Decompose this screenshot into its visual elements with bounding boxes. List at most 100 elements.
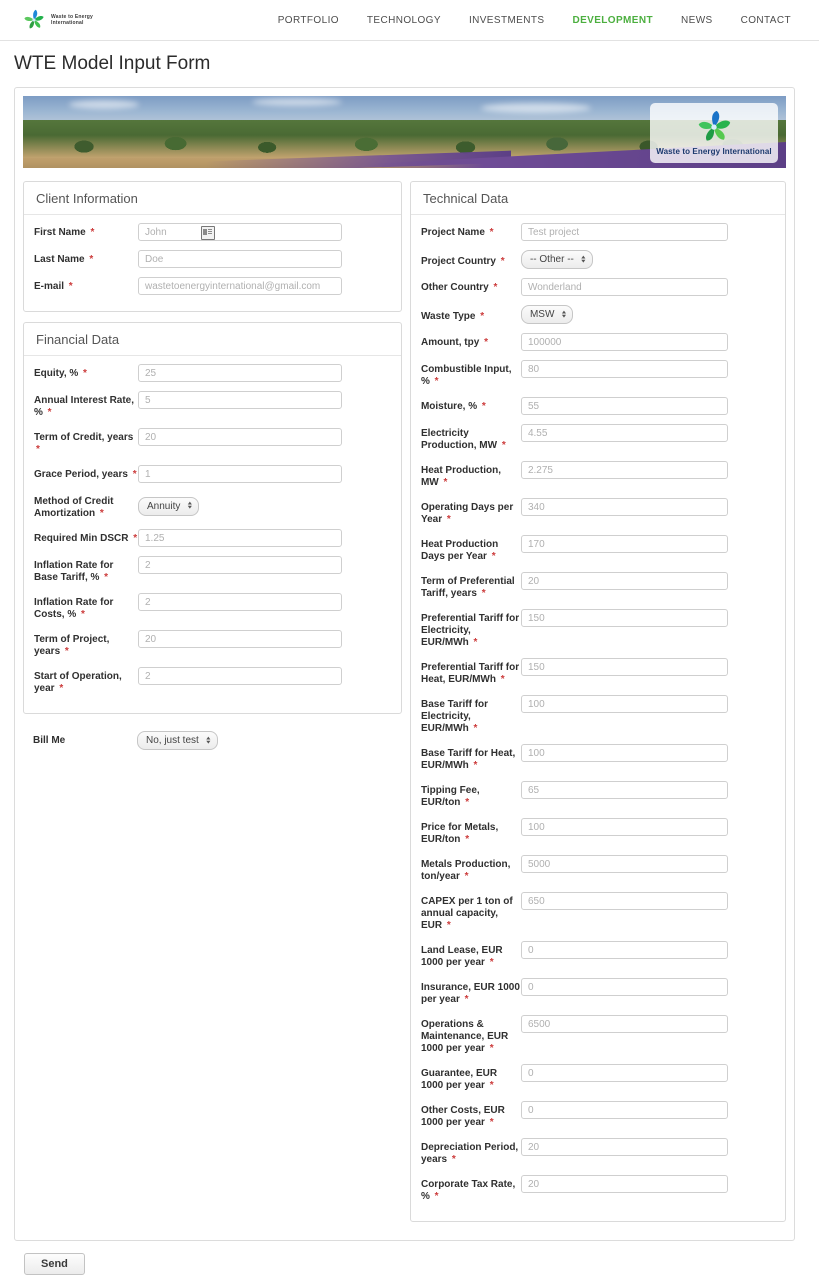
input-metals-production-ton-year[interactable] xyxy=(520,855,728,873)
input-project-name[interactable] xyxy=(520,223,728,241)
form-columns: Client Information First Name * Last Name… xyxy=(23,181,786,1232)
field-row-metals-production-ton-year: Metals Production, ton/year * xyxy=(411,855,785,883)
input-capex-per-1-ton-of-annual-capacity-eur[interactable] xyxy=(520,892,728,910)
input-term-of-credit-years[interactable] xyxy=(138,428,342,446)
field-control-combustible-input xyxy=(520,360,775,378)
field-row-moisture: Moisture, % * xyxy=(411,397,785,415)
field-control-required-min-dscr xyxy=(138,529,391,547)
field-row-base-tariff-for-electricity-eur-mwh: Base Tariff for Electricity, EUR/MWh * xyxy=(411,695,785,735)
send-button[interactable]: Send xyxy=(24,1253,85,1275)
field-label-combustible-input: Combustible Input, % * xyxy=(420,364,512,387)
input-preferential-tariff-for-electricity-eur-mwh[interactable] xyxy=(520,609,728,627)
input-required-min-dscr[interactable] xyxy=(138,529,342,547)
nav-item-investments[interactable]: INVESTMENTS xyxy=(469,15,545,26)
site-brand[interactable]: Waste to Energy International xyxy=(22,8,107,32)
input-inflation-rate-for-costs[interactable] xyxy=(138,593,342,611)
field-row-price-for-metals-eur-ton: Price for Metals, EUR/ton * xyxy=(411,818,785,846)
required-marker: * xyxy=(104,572,109,583)
field-label-heat-production-days-per-year: Heat Production Days per Year * xyxy=(420,539,499,562)
input-base-tariff-for-heat-eur-mwh[interactable] xyxy=(520,744,728,762)
input-term-of-preferential-tariff-years[interactable] xyxy=(520,572,728,590)
field-label-amount-tpy: Amount, tpy * xyxy=(420,337,488,348)
field-control-price-for-metals-eur-ton xyxy=(520,818,775,836)
required-marker: * xyxy=(47,407,52,418)
required-marker: * xyxy=(434,1191,439,1202)
input-heat-production-days-per-year[interactable] xyxy=(520,535,728,553)
field-control-waste-type: MSW ▲ ▼ xyxy=(520,305,775,324)
select-waste-type[interactable]: MSW ▲ ▼ xyxy=(520,305,574,324)
select-project-country[interactable]: -- Other -- ▲ ▼ xyxy=(520,250,593,269)
input-annual-interest-rate[interactable] xyxy=(138,391,342,409)
field-row-operations-maintenance-eur-1000-per-year: Operations & Maintenance, EUR 1000 per y… xyxy=(411,1015,785,1055)
bill-me-select[interactable]: No, just test ▲ ▼ xyxy=(137,731,218,750)
input-moisture[interactable] xyxy=(520,397,728,415)
input-operating-days-per-year[interactable] xyxy=(520,498,728,516)
input-land-lease-eur-1000-per-year[interactable] xyxy=(520,941,728,959)
contact-autofill-icon[interactable] xyxy=(200,226,215,240)
select-method-of-credit-amortization[interactable]: Annuity ▲ ▼ xyxy=(138,496,200,516)
top-navigation-bar: Waste to Energy International PORTFOLIO … xyxy=(0,0,819,41)
input-insurance-eur-1000-per-year[interactable] xyxy=(520,978,728,996)
input-first-name[interactable] xyxy=(138,223,342,241)
nav-item-technology[interactable]: TECHNOLOGY xyxy=(367,15,441,26)
input-depreciation-period-years[interactable] xyxy=(520,1138,728,1156)
field-label-depreciation-period-years: Depreciation Period, years * xyxy=(420,1142,519,1165)
field-row-capex-per-1-ton-of-annual-capacity-eur: CAPEX per 1 ton of annual capacity, EUR … xyxy=(411,892,785,932)
field-control-term-of-preferential-tariff-years xyxy=(520,572,775,590)
input-last-name[interactable] xyxy=(138,250,342,268)
brand-name: Waste to Energy International xyxy=(51,14,93,26)
page-title: WTE Model Input Form xyxy=(14,53,211,74)
field-label-insurance-eur-1000-per-year: Insurance, EUR 1000 per year * xyxy=(420,982,520,1005)
field-label-base-tariff-for-electricity-eur-mwh: Base Tariff for Electricity, EUR/MWh * xyxy=(420,699,489,734)
input-heat-production-mw[interactable] xyxy=(520,461,728,479)
input-amount-tpy[interactable] xyxy=(520,333,728,351)
input-inflation-rate-for-base-tariff[interactable] xyxy=(138,556,342,574)
field-row-combustible-input: Combustible Input, % * xyxy=(411,360,785,388)
input-tipping-fee-eur-ton[interactable] xyxy=(520,781,728,799)
input-equity[interactable] xyxy=(138,364,342,382)
input-start-of-operation-year[interactable] xyxy=(138,667,342,685)
select-arrows-icon: ▲ ▼ xyxy=(579,254,587,264)
input-preferential-tariff-for-heat-eur-mwh[interactable] xyxy=(520,658,728,676)
field-control-corporate-tax-rate xyxy=(520,1175,775,1193)
field-row-last-name: Last Name * xyxy=(24,250,401,268)
input-term-of-project-years[interactable] xyxy=(138,630,342,648)
field-row-preferential-tariff-for-electricity-eur-mwh: Preferential Tariff for Electricity, EUR… xyxy=(411,609,785,649)
input-price-for-metals-eur-ton[interactable] xyxy=(520,818,728,836)
bill-me-row: Bill Me No, just test ▲ ▼ xyxy=(23,724,402,750)
input-grace-period-years[interactable] xyxy=(138,465,342,483)
input-other-costs-eur-1000-per-year[interactable] xyxy=(520,1101,728,1119)
input-electricity-production-mw[interactable] xyxy=(520,424,728,442)
field-control-preferential-tariff-for-electricity-eur-mwh xyxy=(520,609,775,627)
field-label-heat-production-mw: Heat Production, MW * xyxy=(420,465,501,488)
field-label-other-costs-eur-1000-per-year: Other Costs, EUR 1000 per year * xyxy=(420,1105,505,1128)
field-control-tipping-fee-eur-ton xyxy=(520,781,775,799)
input-other-country[interactable] xyxy=(520,278,728,296)
field-row-guarantee-eur-1000-per-year: Guarantee, EUR 1000 per year * xyxy=(411,1064,785,1092)
field-control-depreciation-period-years xyxy=(520,1138,775,1156)
input-e-mail[interactable] xyxy=(138,277,342,295)
nav-item-contact[interactable]: CONTACT xyxy=(741,15,791,26)
input-combustible-input[interactable] xyxy=(520,360,728,378)
technical-data-legend: Technical Data xyxy=(410,182,785,215)
select-arrows-icon: ▲ ▼ xyxy=(186,501,194,511)
field-control-insurance-eur-1000-per-year xyxy=(520,978,775,996)
required-marker: * xyxy=(481,401,486,412)
input-guarantee-eur-1000-per-year[interactable] xyxy=(520,1064,728,1082)
nav-item-portfolio[interactable]: PORTFOLIO xyxy=(278,15,339,26)
required-marker: * xyxy=(489,1117,494,1128)
field-row-inflation-rate-for-costs: Inflation Rate for Costs, % * xyxy=(24,593,401,621)
bill-me-label: Bill Me xyxy=(33,734,66,746)
field-label-e-mail: E-mail * xyxy=(34,281,73,292)
nav-item-news[interactable]: NEWS xyxy=(681,15,713,26)
required-marker: * xyxy=(473,723,478,734)
input-base-tariff-for-electricity-eur-mwh[interactable] xyxy=(520,695,728,713)
field-control-term-of-project-years xyxy=(138,630,391,648)
required-marker: * xyxy=(89,254,94,265)
nav-item-development[interactable]: DEVELOPMENT xyxy=(572,15,653,26)
field-label-electricity-production-mw: Electricity Production, MW * xyxy=(420,428,506,451)
input-corporate-tax-rate[interactable] xyxy=(520,1175,728,1193)
input-operations-maintenance-eur-1000-per-year[interactable] xyxy=(520,1015,728,1033)
field-row-base-tariff-for-heat-eur-mwh: Base Tariff for Heat, EUR/MWh * xyxy=(411,744,785,772)
field-label-waste-type: Waste Type * xyxy=(420,310,485,322)
